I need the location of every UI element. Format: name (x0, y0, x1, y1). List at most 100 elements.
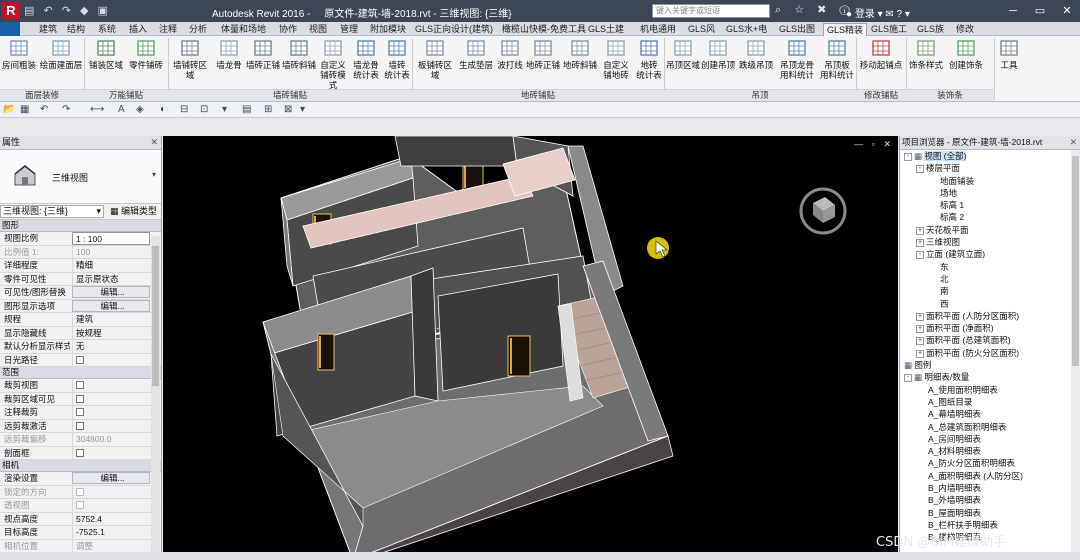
switch-windows-icon[interactable]: ▾ (222, 104, 227, 115)
maximize-icon[interactable]: ▭ (1027, 2, 1053, 20)
property-value[interactable]: 精细 (72, 259, 150, 272)
browser-node[interactable]: 标高 1 (900, 199, 1080, 211)
tab-5[interactable]: 分析 (186, 23, 210, 36)
ribbon-button-26[interactable]: 工具 (996, 38, 1022, 88)
property-value[interactable]: 按规程 (72, 326, 150, 340)
browser-node[interactable]: 北 (900, 273, 1080, 285)
ribbon-panel-label[interactable]: 装饰条 (906, 89, 994, 101)
checkbox[interactable] (76, 421, 84, 430)
3d-viewport[interactable]: — ▫ ✕ (163, 136, 898, 560)
browser-node[interactable]: A_房间明细表 (900, 433, 1080, 445)
tab-20[interactable]: GLS族 (914, 23, 947, 36)
ribbon-button-25[interactable]: 创建饰条 (946, 38, 986, 88)
property-value[interactable]: 无 (72, 340, 150, 353)
browser-node[interactable]: ▦ 图例 (900, 359, 1080, 371)
browser-node[interactable]: A_图纸目录 (900, 396, 1080, 408)
property-value[interactable] (72, 419, 150, 433)
checkbox[interactable] (76, 355, 84, 364)
ribbon-button-0[interactable]: 房间粗装 (2, 38, 36, 88)
browser-node[interactable]: A_面积明细表 (人防分区) (900, 470, 1080, 482)
ribbon-button-12[interactable]: 生成垫层 (458, 38, 494, 88)
ribbon-button-22[interactable]: 吊顶板 用料统计 (818, 38, 856, 88)
close-hidden-icon[interactable]: ⊟ (180, 104, 188, 115)
property-value[interactable]: 编辑... (72, 286, 150, 298)
ribbon-panel-label[interactable]: 面层装修 (0, 89, 84, 101)
customize-icon[interactable]: ⊠ (284, 104, 292, 115)
browser-scrollbar[interactable] (1071, 150, 1080, 560)
property-value[interactable] (72, 406, 150, 419)
ribbon-button-24[interactable]: 饰条样式 (908, 38, 944, 88)
ribbon-button-6[interactable]: 墙砖正铺 (246, 38, 280, 88)
undo-icon[interactable]: ↶ (40, 104, 48, 115)
browser-node[interactable]: B_内墙明细表 (900, 482, 1080, 494)
tab-18[interactable]: GLS精装 (823, 23, 868, 36)
tab-8[interactable]: 视图 (306, 23, 330, 36)
property-value[interactable]: 1 : 100 (72, 232, 150, 245)
browser-node[interactable]: A_材料明细表 (900, 445, 1080, 457)
measure-icon[interactable]: ⟷ (90, 104, 104, 115)
revit-logo[interactable]: R (2, 2, 20, 20)
checkbox[interactable] (76, 448, 84, 457)
tab-6[interactable]: 体量和场地 (218, 23, 269, 36)
ribbon-button-7[interactable]: 墙砖斜铺 (282, 38, 316, 88)
quick-access-icons[interactable]: ▤ ↶ ↷ ◆ ▣ (24, 4, 111, 17)
browser-node[interactable]: B_栏杆扶手明细表 (900, 519, 1080, 531)
close-browser-icon[interactable]: ✕ (1070, 136, 1077, 149)
scroll-thumb[interactable] (1072, 156, 1079, 366)
ribbon-panel-label[interactable]: 吊顶 (664, 89, 856, 101)
browser-node[interactable]: A_总建筑面积明细表 (900, 421, 1080, 433)
browser-node[interactable]: + 天花板平面 (900, 224, 1080, 236)
browser-node[interactable]: + 面积平面 (防火分区面积) (900, 347, 1080, 359)
ribbon-button-2[interactable]: 铺装区域 (88, 38, 124, 88)
properties-scrollbar[interactable] (151, 236, 160, 556)
ribbon-button-10[interactable]: 墙砖 统计表 (382, 38, 412, 88)
thin-line-icon[interactable]: ▤ (242, 104, 251, 115)
properties-section[interactable]: 范围 (0, 367, 161, 379)
tab-2[interactable]: 系统 (95, 23, 119, 36)
property-value[interactable]: -7525.1 (72, 526, 150, 539)
property-value[interactable]: 编辑... (72, 472, 150, 484)
ribbon-panel-label[interactable]: 地砖铺贴 (412, 89, 664, 101)
collapse-icon[interactable]: - (904, 374, 912, 383)
ribbon-button-16[interactable]: 自定义 铺地砖 (600, 38, 632, 88)
ribbon-button-17[interactable]: 地砖 统计表 (634, 38, 664, 88)
thin-lines-icon[interactable]: ⊡ (200, 104, 208, 115)
expand-icon[interactable]: + (916, 226, 924, 235)
browser-node[interactable]: 场地 (900, 187, 1080, 199)
tab-0[interactable]: 建筑 (36, 23, 60, 36)
ribbon-button-1[interactable]: 绘面建面层 (38, 38, 84, 88)
properties-section[interactable]: 图形 (0, 220, 161, 232)
qat-dropdown-icon[interactable]: ▾ (300, 104, 305, 115)
expand-icon[interactable]: + (916, 312, 924, 321)
expand-icon[interactable]: + (916, 325, 924, 334)
browser-node[interactable]: 东 (900, 261, 1080, 273)
tab-17[interactable]: GLS出图 (776, 23, 818, 36)
browser-node[interactable]: + 面积平面 (净面积) (900, 322, 1080, 334)
ribbon-button-21[interactable]: 吊顶龙骨 用料统计 (778, 38, 816, 88)
help-icons[interactable]: ⌕ ☆ ✖ ⓘ (775, 3, 855, 17)
instance-selector[interactable]: 三维视图: {三维} ▾ (0, 205, 104, 218)
open-icon[interactable]: 📂 (3, 104, 15, 115)
property-value[interactable] (72, 353, 150, 367)
tab-11[interactable]: GLS正向设计(建筑) (412, 23, 496, 36)
ribbon-button-18[interactable]: 吊顶区域 (666, 38, 700, 88)
type-selector[interactable]: 三维视图 ▾ (0, 150, 161, 204)
scroll-thumb[interactable] (152, 246, 159, 386)
checkbox[interactable] (76, 408, 84, 416)
file-menu-button[interactable] (0, 22, 20, 36)
section-icon[interactable]: ◐ (160, 104, 166, 115)
window-tile-icon[interactable]: ⊞ (264, 104, 272, 115)
ribbon-button-11[interactable]: 板铺砖区域 (414, 38, 456, 88)
browser-node[interactable]: 标高 2 (900, 211, 1080, 223)
ribbon-button-9[interactable]: 墙龙骨 统计表 (350, 38, 382, 88)
tab-16[interactable]: GLS水+电 (723, 23, 770, 36)
tab-7[interactable]: 协作 (276, 23, 300, 36)
redo-icon[interactable]: ↷ (62, 104, 70, 115)
tab-3[interactable]: 插入 (126, 23, 150, 36)
tab-13[interactable]: GLS土建 (585, 23, 627, 36)
minimize-icon[interactable]: ─ (1000, 2, 1026, 20)
ribbon-button-19[interactable]: 创建吊顶 (700, 38, 736, 88)
checkbox[interactable] (76, 394, 84, 403)
browser-node[interactable]: B_外墙明细表 (900, 494, 1080, 506)
property-value[interactable]: 显示原状态 (72, 272, 150, 286)
